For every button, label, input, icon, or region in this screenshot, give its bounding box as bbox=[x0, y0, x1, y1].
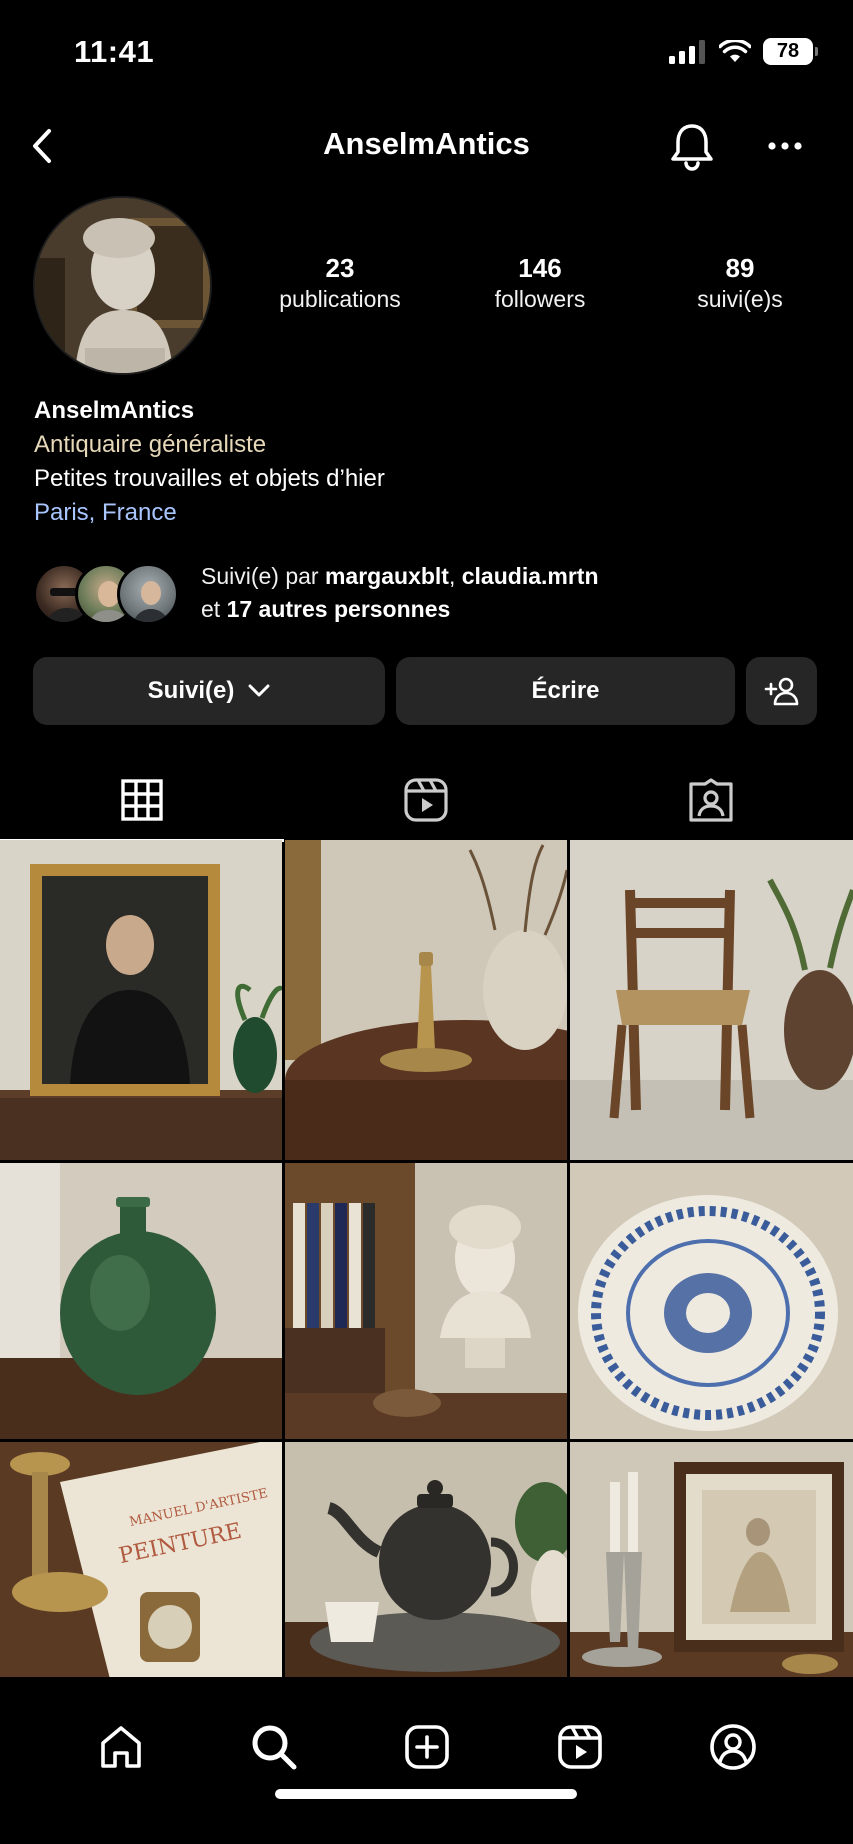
post-thumbnail[interactable] bbox=[285, 840, 567, 1160]
profile-location-link[interactable]: Paris, France bbox=[34, 496, 814, 530]
stat-label: followers bbox=[494, 286, 586, 312]
profile-icon bbox=[709, 1724, 756, 1770]
notifications-button[interactable] bbox=[667, 120, 717, 172]
mutual-user-link[interactable]: claudia.mrtn bbox=[462, 563, 599, 589]
marble-bust-image bbox=[285, 1163, 567, 1439]
following-button[interactable]: Suivi(e) bbox=[33, 657, 385, 725]
profile-avatar[interactable] bbox=[33, 196, 212, 375]
post-thumbnail[interactable]: MANUEL D'ARTISTE PEINTURE bbox=[0, 1442, 282, 1677]
create-icon bbox=[404, 1725, 449, 1769]
more-options-button[interactable] bbox=[760, 126, 810, 166]
status-icons: 78 bbox=[669, 38, 818, 65]
bottom-nav-create[interactable] bbox=[397, 1717, 457, 1777]
status-time: 11:41 bbox=[74, 34, 155, 69]
post-thumbnail[interactable] bbox=[570, 1442, 853, 1677]
page-title: AnselmAntics bbox=[323, 126, 530, 161]
chevron-down-icon bbox=[248, 684, 270, 697]
bottom-nav bbox=[0, 1677, 853, 1844]
home-icon bbox=[100, 1726, 141, 1768]
reels-icon bbox=[557, 1725, 602, 1769]
bottom-nav-search[interactable] bbox=[244, 1717, 304, 1777]
blue-plate-image bbox=[570, 1163, 853, 1439]
status-bar: 11:41 78 bbox=[0, 0, 853, 106]
post-thumbnail[interactable] bbox=[0, 840, 282, 1160]
bottom-nav-items bbox=[0, 1717, 853, 1777]
post-thumbnail[interactable] bbox=[570, 1163, 853, 1439]
stat-publications[interactable]: 23 publications bbox=[240, 252, 440, 314]
framed-sketch-image bbox=[570, 1442, 853, 1677]
tab-reels[interactable] bbox=[284, 760, 568, 840]
top-nav: AnselmAntics bbox=[0, 106, 853, 186]
mutual-user-link[interactable]: margauxblt bbox=[325, 563, 449, 589]
followed-by-prefix: Suivi(e) par bbox=[201, 563, 325, 589]
bottom-nav-profile[interactable] bbox=[703, 1717, 763, 1777]
post-thumbnail[interactable] bbox=[0, 1163, 282, 1439]
add-user-icon bbox=[764, 677, 798, 706]
profile-description: Petites trouvailles et objets d’hier bbox=[34, 465, 385, 492]
bottom-nav-home[interactable] bbox=[91, 1717, 151, 1777]
stat-followers[interactable]: 146 followers bbox=[440, 252, 640, 314]
profile-name: AnselmAntics bbox=[34, 397, 195, 424]
profile-category: Antiquaire généraliste bbox=[34, 431, 267, 458]
followed-by[interactable]: Suivi(e) par margauxblt, claudia.mrtn et… bbox=[33, 560, 823, 630]
bottom-nav-reels[interactable] bbox=[550, 1717, 610, 1777]
post-thumbnail[interactable] bbox=[285, 1442, 567, 1677]
more-icon bbox=[768, 142, 802, 150]
teapot-image bbox=[285, 1442, 567, 1677]
wifi-icon bbox=[719, 39, 751, 62]
profile-tabs bbox=[0, 760, 853, 842]
tab-posts[interactable] bbox=[0, 760, 285, 842]
stat-following[interactable]: 89 suivi(e)s bbox=[640, 252, 840, 314]
post-thumbnail[interactable] bbox=[570, 840, 853, 1160]
suggest-users-button[interactable] bbox=[746, 657, 817, 725]
profile-stats: 23 publications 146 followers 89 suivi(e… bbox=[240, 252, 840, 314]
stat-value: 146 bbox=[518, 253, 562, 283]
tab-tagged[interactable] bbox=[569, 760, 853, 840]
wooden-chair-image bbox=[570, 840, 853, 1160]
stat-label: publications bbox=[279, 286, 401, 312]
home-indicator[interactable] bbox=[275, 1789, 577, 1799]
message-label: Écrire bbox=[531, 677, 600, 704]
search-icon bbox=[252, 1725, 296, 1770]
following-label: Suivi(e) bbox=[147, 677, 235, 704]
book-and-compass-image: MANUEL D'ARTISTE PEINTURE bbox=[0, 1442, 282, 1677]
post-thumbnail[interactable] bbox=[285, 1163, 567, 1439]
signal-icon bbox=[669, 39, 705, 64]
bell-icon bbox=[671, 124, 713, 171]
tagged-icon bbox=[689, 778, 733, 822]
reels-icon bbox=[404, 778, 449, 822]
battery-indicator: 78 bbox=[763, 38, 818, 65]
grid-icon bbox=[121, 779, 163, 821]
posts-grid: MANUEL D'ARTISTE PEINTURE bbox=[0, 840, 853, 1677]
portrait-painting-image bbox=[0, 840, 282, 1160]
brass-candlestick-image bbox=[285, 840, 567, 1160]
avatar-bust-image bbox=[35, 198, 210, 373]
profile-actions: Suivi(e) Écrire bbox=[33, 657, 817, 725]
message-button[interactable]: Écrire bbox=[396, 657, 735, 725]
avatar bbox=[117, 563, 179, 625]
stat-value: 23 bbox=[325, 253, 355, 283]
mutual-others-link[interactable]: 17 autres personnes bbox=[227, 596, 451, 622]
stat-value: 89 bbox=[725, 253, 755, 283]
mutual-avatars bbox=[33, 563, 183, 627]
stat-label: suivi(e)s bbox=[697, 286, 783, 312]
followed-by-line2-prefix: et bbox=[201, 596, 227, 622]
followed-by-text: Suivi(e) par margauxblt, claudia.mrtn et… bbox=[201, 560, 599, 626]
green-bottle-image bbox=[0, 1163, 282, 1439]
followed-by-separator: , bbox=[448, 563, 462, 589]
profile-bio: AnselmAntics Antiquaire généraliste Peti… bbox=[34, 394, 814, 530]
